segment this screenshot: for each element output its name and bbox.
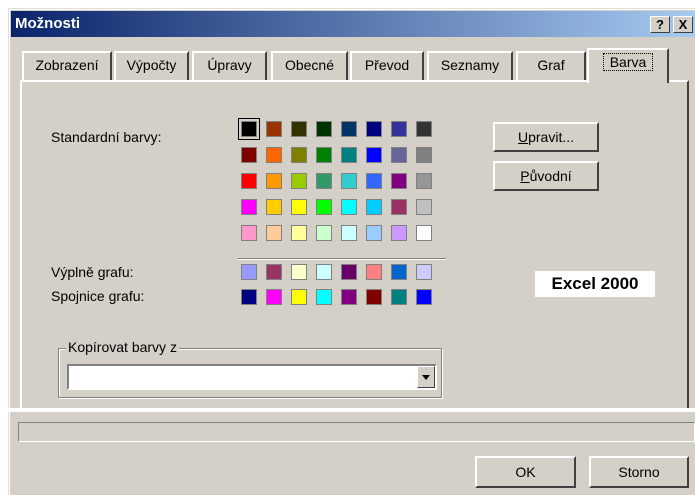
options-dialog: Možnosti ? X Zobrazení Výpočty Úpravy Ob… — [8, 8, 695, 495]
tab-zobrazeni[interactable]: Zobrazení — [22, 51, 112, 80]
tab-barva-label: Barva — [602, 53, 654, 71]
help-button[interactable]: ? — [650, 16, 670, 33]
white-separator-band — [0, 408, 695, 412]
tab-prevod[interactable]: Převod — [350, 51, 424, 80]
ok-button[interactable]: OK — [475, 456, 576, 488]
lower-frame — [18, 422, 695, 442]
tab-obecne[interactable]: Obecné — [271, 51, 348, 80]
tab-graf[interactable]: Graf — [516, 51, 586, 80]
tab-vypocty[interactable]: Výpočty — [114, 51, 189, 80]
close-button[interactable]: X — [673, 16, 693, 33]
title-bar[interactable]: Možnosti ? X — [11, 11, 695, 37]
tab-upravy[interactable]: Úpravy — [192, 51, 267, 80]
cancel-button[interactable]: Storno — [589, 456, 689, 488]
dialog-title: Možnosti — [15, 15, 80, 32]
tab-panel — [20, 80, 689, 410]
tab-barva[interactable]: Barva — [587, 48, 669, 83]
tab-seznamy[interactable]: Seznamy — [427, 51, 513, 80]
